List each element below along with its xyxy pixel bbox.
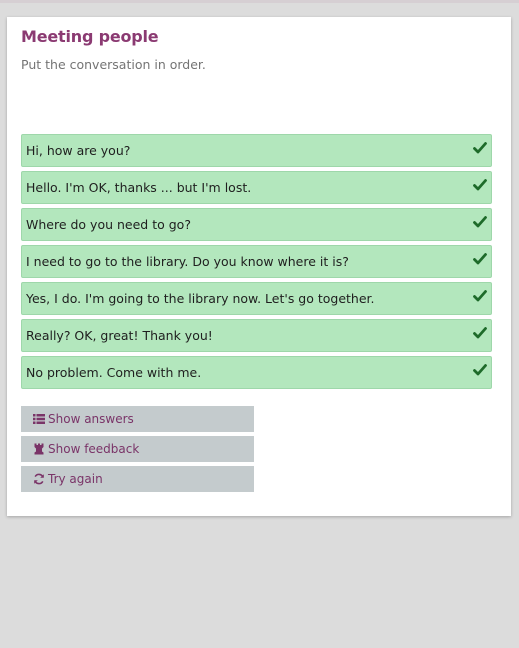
checkmark-icon [473,142,487,154]
show-feedback-button[interactable]: Show feedback [21,436,254,462]
conversation-item-label: I need to go to the library. Do you know… [26,254,349,269]
rook-icon [34,443,44,455]
try-again-label: Try again [48,472,103,486]
conversation-item[interactable]: Yes, I do. I'm going to the library now.… [21,282,492,315]
conversation-item[interactable]: Hi, how are you? [21,134,492,167]
conversation-item[interactable]: No problem. Come with me. [21,356,492,389]
action-buttons: Show answers Show feedback Try again [21,406,254,496]
activity-card: Meeting people Put the conversation in o… [7,17,511,516]
show-feedback-label: Show feedback [48,442,140,456]
activity-instructions: Put the conversation in order. [21,57,206,72]
conversation-item-label: Hello. I'm OK, thanks ... but I'm lost. [26,180,252,195]
conversation-item-label: No problem. Come with me. [26,365,202,380]
show-answers-button[interactable]: Show answers [21,406,254,432]
conversation-list: Hi, how are you? Hello. I'm OK, thanks .… [21,134,492,393]
conversation-item[interactable]: I need to go to the library. Do you know… [21,245,492,278]
checkmark-icon [473,216,487,228]
checkmark-icon [473,327,487,339]
refresh-icon [34,473,44,485]
conversation-item-label: Yes, I do. I'm going to the library now.… [26,291,375,306]
conversation-item-label: Where do you need to go? [26,217,191,232]
conversation-item[interactable]: Hello. I'm OK, thanks ... but I'm lost. [21,171,492,204]
checkmark-icon [473,364,487,376]
checkmark-icon [473,253,487,265]
show-answers-label: Show answers [48,412,134,426]
list-icon [33,414,45,424]
checkmark-icon [473,290,487,302]
conversation-item[interactable]: Where do you need to go? [21,208,492,241]
activity-title: Meeting people [21,27,159,46]
conversation-item[interactable]: Really? OK, great! Thank you! [21,319,492,352]
checkmark-icon [473,179,487,191]
top-strip [0,0,519,3]
conversation-item-label: Really? OK, great! Thank you! [26,328,213,343]
conversation-item-label: Hi, how are you? [26,143,131,158]
try-again-button[interactable]: Try again [21,466,254,492]
